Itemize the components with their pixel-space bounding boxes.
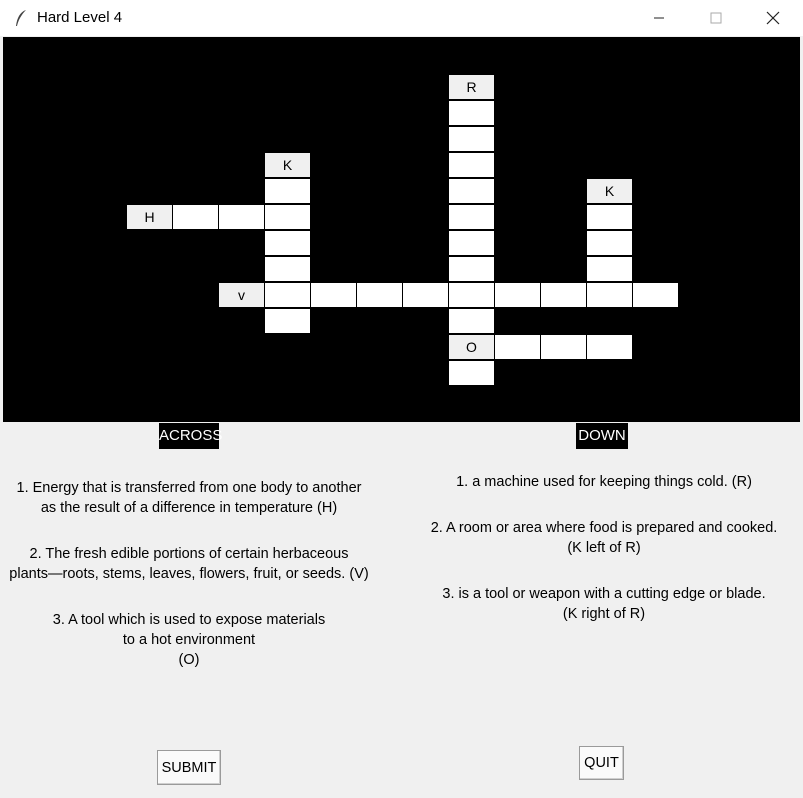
across-clue-1: 1. Energy that is transferred from one b…: [16, 480, 362, 516]
down-clue-2: 2. A room or area where food is prepared…: [430, 520, 778, 556]
crossword-cell[interactable]: [495, 283, 540, 307]
crossword-cell[interactable]: [587, 283, 632, 307]
across-header: ACROSS: [159, 423, 222, 449]
given-letter-k-left: K: [265, 153, 310, 177]
crossword-cell[interactable]: [173, 205, 218, 229]
crossword-cell[interactable]: [449, 179, 494, 203]
crossword-cell[interactable]: [265, 205, 310, 229]
crossword-cell[interactable]: [265, 179, 310, 203]
crossword-cell[interactable]: [587, 205, 632, 229]
crossword-cell[interactable]: [265, 231, 310, 255]
close-icon: [766, 11, 779, 25]
crossword-cell[interactable]: [449, 231, 494, 255]
crossword-cell[interactable]: [449, 283, 494, 307]
crossword-cell[interactable]: [449, 153, 494, 177]
crossword-canvas: H K v R O K: [3, 37, 800, 422]
given-letter-r: R: [449, 75, 494, 99]
crossword-cell[interactable]: [495, 335, 540, 359]
crossword-cell[interactable]: [541, 335, 586, 359]
crossword-cell[interactable]: [265, 309, 310, 333]
across-clue-2: 2. The fresh edible portions of certain …: [9, 546, 369, 582]
given-letter-o: O: [449, 335, 494, 359]
crossword-cell[interactable]: [403, 283, 448, 307]
feather-icon: [16, 10, 26, 26]
crossword-cell[interactable]: [449, 101, 494, 125]
crossword-cell[interactable]: [541, 283, 586, 307]
crossword-cell[interactable]: [449, 309, 494, 333]
submit-button[interactable]: SUBMIT: [157, 750, 221, 785]
crossword-cell[interactable]: [633, 283, 678, 307]
down-clue-1: 1. a machine used for keeping things col…: [456, 474, 752, 490]
crossword-cell[interactable]: [357, 283, 402, 307]
window-title: Hard Level 4: [37, 9, 123, 26]
crossword-cell[interactable]: [449, 257, 494, 281]
crossword-cell[interactable]: [587, 257, 632, 281]
given-letter-h: H: [127, 205, 172, 229]
crossword-cell[interactable]: [449, 361, 494, 385]
maximize-icon: [710, 12, 721, 24]
crossword-cell[interactable]: [265, 257, 310, 281]
across-clue-3: 3. A tool which is used to expose materi…: [52, 612, 326, 668]
given-letter-v: v: [219, 283, 264, 307]
crossword-cell[interactable]: [311, 283, 356, 307]
minimize-icon: [653, 17, 664, 19]
crossword-cell[interactable]: [265, 283, 310, 307]
close-button[interactable]: [744, 0, 801, 36]
given-letter-k-right: K: [587, 179, 632, 203]
down-clue-3: 3. is a tool or weapon with a cutting ed…: [442, 586, 766, 622]
crossword-cell[interactable]: [587, 335, 632, 359]
crossword-cell[interactable]: [449, 205, 494, 229]
crossword-cell[interactable]: [587, 231, 632, 255]
maximize-button[interactable]: [687, 0, 744, 36]
quit-button[interactable]: QUIT: [579, 746, 624, 780]
minimize-button[interactable]: [630, 0, 687, 36]
crossword-cell[interactable]: [449, 127, 494, 151]
crossword-cell[interactable]: [219, 205, 264, 229]
title-bar: Hard Level 4: [0, 0, 803, 36]
down-header: DOWN: [576, 423, 628, 449]
